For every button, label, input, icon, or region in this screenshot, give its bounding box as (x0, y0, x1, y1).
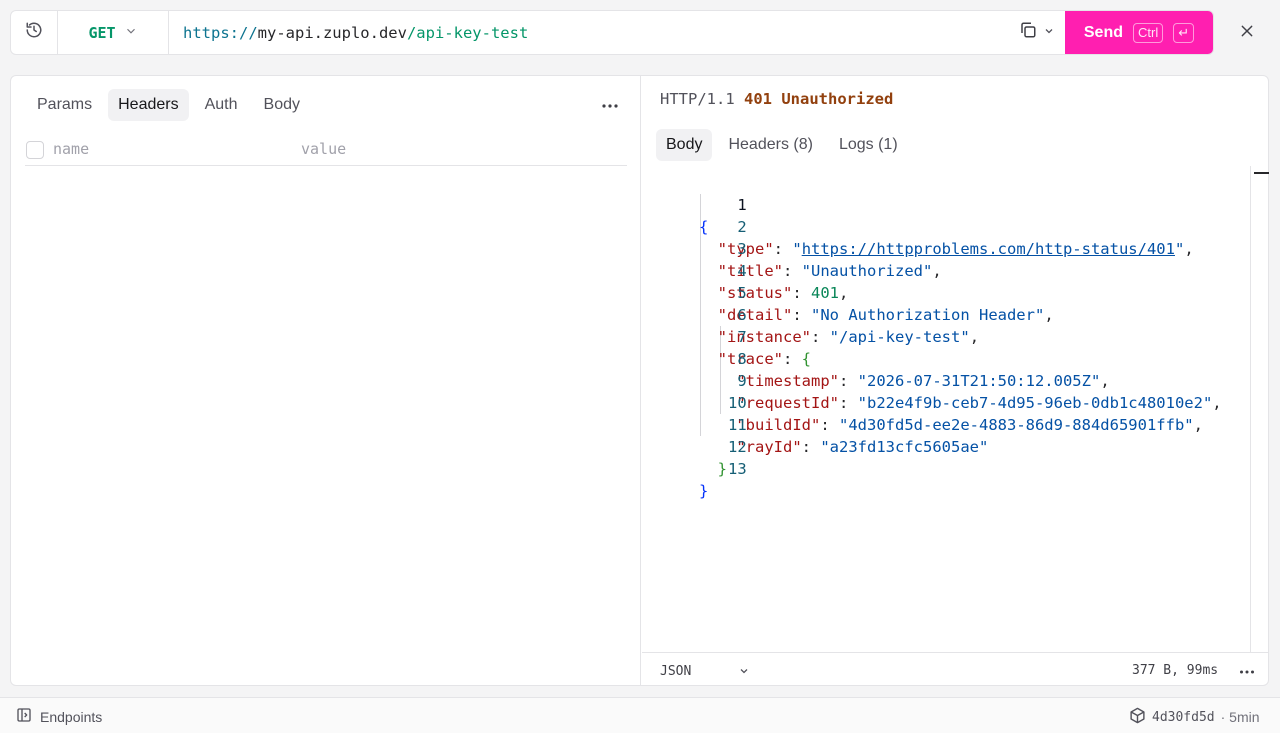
code-line: 12 } (717, 438, 747, 478)
request-bar: GET https://my-api.zuplo.dev/api-key-tes… (10, 10, 1214, 55)
url-scheme: https:// (183, 23, 258, 42)
response-protocol: HTTP/1.1 (660, 90, 735, 108)
line-number: 2 (737, 218, 747, 236)
response-status: HTTP/1.1 401 Unauthorized (660, 90, 893, 108)
code-line: 10 "buildId": "4d30fd5d-ee2e-4883-86d9-8… (642, 370, 1203, 434)
request-more-button[interactable] (599, 96, 621, 114)
line-number: 13 (727, 460, 747, 478)
more-horizontal-icon (601, 96, 619, 114)
status-value: 401 (811, 284, 839, 302)
format-select[interactable]: JSON (660, 661, 752, 681)
code-line: 8 "timestamp": "2026-07-31T21:50:12.005Z… (642, 326, 1109, 390)
code-line: 11 "rayId": "a23fd13cfc5605ae" (642, 392, 988, 456)
title-value: Unauthorized (811, 262, 923, 280)
response-status-text: Unauthorized (781, 90, 894, 108)
build-info: 4d30fd5d · 5min (1129, 707, 1260, 727)
line-number: 4 (737, 262, 747, 280)
instance-value: /api-key-test (839, 328, 961, 346)
code-line: 13 } (699, 460, 747, 500)
build-hash: 4d30fd5d (1152, 709, 1215, 725)
line-number: 3 (737, 240, 747, 258)
editor-scrollbar[interactable] (1250, 166, 1251, 652)
ray-id-value: a23fd13cfc5605ae (829, 438, 979, 456)
code-line: 5 "detail": "No Authorization Header", (717, 284, 1054, 324)
request-tabs: Params Headers Auth Body (27, 89, 310, 121)
header-enabled-checkbox[interactable] (26, 140, 44, 159)
copy-menu-button[interactable] (1009, 11, 1065, 54)
line-number: 10 (727, 394, 747, 412)
header-value-input[interactable] (301, 140, 601, 158)
code-line: 4 "status": 401, (717, 262, 849, 302)
line-number: 6 (737, 306, 747, 324)
tab-response-body[interactable]: Body (656, 129, 713, 161)
send-button[interactable]: Send Ctrl ↵ (1065, 11, 1213, 54)
send-shortcut-enter: ↵ (1173, 22, 1195, 43)
copy-icon (1019, 21, 1037, 44)
format-label: JSON (660, 663, 692, 679)
send-shortcut-ctrl: Ctrl (1133, 22, 1164, 43)
header-row (25, 134, 627, 166)
request-id-value: b22e4f9b-ceb7-4d95-96eb-0db1c48010e2 (867, 394, 1203, 412)
chevron-down-icon (738, 665, 750, 681)
code-line: 7 "trace": { (717, 328, 812, 368)
code-line: 6 "instance": "/api-key-test", (717, 306, 980, 346)
request-panel: Params Headers Auth Body (11, 76, 641, 685)
more-horizontal-icon (1239, 662, 1255, 680)
line-number: 1 (737, 196, 747, 214)
response-status-code: 401 (744, 90, 772, 108)
code-line: 3 "title": "Unauthorized", (717, 240, 942, 280)
cube-icon (1129, 707, 1146, 727)
sidebar-panel-icon (16, 707, 32, 726)
line-number: 9 (737, 372, 747, 390)
close-button[interactable] (1233, 20, 1261, 46)
line-number: 5 (737, 284, 747, 302)
chevron-down-icon (124, 24, 138, 42)
method-select[interactable]: GET (58, 11, 169, 54)
status-bar: Endpoints 4d30fd5d · 5min (0, 697, 1280, 733)
send-label: Send (1083, 23, 1123, 41)
response-footer: JSON 377 B, 99ms (642, 652, 1268, 685)
close-icon (1239, 23, 1255, 44)
line-number: 12 (727, 438, 747, 456)
detail-value: No Authorization Header (820, 306, 1035, 324)
history-icon (25, 21, 43, 44)
code-line: 9 "requestId": "b22e4f9b-ceb7-4d95-96eb-… (642, 348, 1221, 412)
tab-body[interactable]: Body (254, 89, 310, 121)
line-number: 8 (737, 350, 747, 368)
url-path: /api-key-test (406, 23, 529, 42)
tab-auth[interactable]: Auth (195, 89, 248, 121)
response-tabs: Body Headers (8) Logs (1) (656, 129, 908, 161)
code-line: 1 { (699, 196, 747, 236)
build-id-value: 4d30fd5d-ee2e-4883-86d9-884d65901ffb (848, 416, 1185, 434)
type-link[interactable]: https://httpproblems.com/http-status/401 (802, 240, 1175, 258)
tab-headers[interactable]: Headers (108, 89, 189, 121)
timestamp-value: 2026-07-31T21:50:12.005Z (867, 372, 1091, 390)
response-more-button[interactable] (1238, 665, 1256, 677)
history-button[interactable] (11, 11, 58, 54)
header-name-input[interactable] (53, 140, 283, 158)
scrollbar-thumb[interactable] (1254, 172, 1269, 174)
build-age: · 5min (1220, 709, 1260, 725)
response-panel: HTTP/1.1 401 Unauthorized Body Headers (… (642, 76, 1268, 685)
tab-params[interactable]: Params (27, 89, 102, 121)
url-input[interactable]: https://my-api.zuplo.dev/api-key-test (169, 11, 1009, 54)
endpoints-label: Endpoints (40, 708, 103, 725)
line-number: 11 (727, 416, 747, 434)
tab-response-logs[interactable]: Logs (1) (829, 129, 908, 161)
chevron-down-icon (1043, 24, 1055, 42)
main-panel: Params Headers Auth Body HTTP/1.1 401 Un… (10, 75, 1269, 686)
endpoints-button[interactable]: Endpoints (16, 707, 102, 726)
response-size-time: 377 B, 99ms (1132, 663, 1219, 678)
line-number: 7 (737, 328, 747, 346)
url-host: my-api.zuplo.dev (257, 23, 407, 42)
tab-response-headers[interactable]: Headers (8) (718, 129, 822, 161)
method-label: GET (88, 23, 116, 42)
code-line: 2 "type": "https://httpproblems.com/http… (717, 218, 1194, 258)
response-body-editor[interactable]: 1 { 2 "type": "https://httpproblems.com/… (642, 172, 1256, 650)
